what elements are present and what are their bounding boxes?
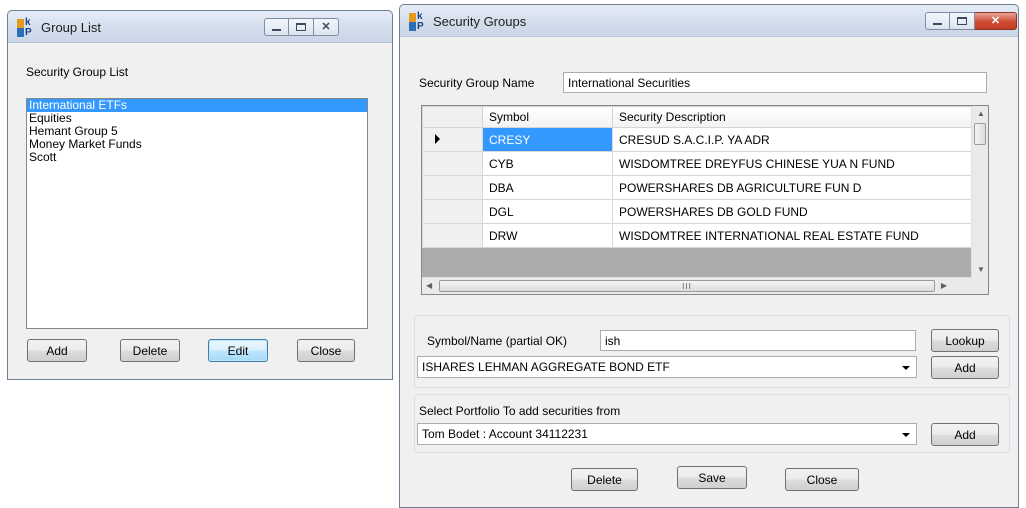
app-logo-icon: kP [409,11,427,32]
portfolio-label: Select Portfolio To add securities from [419,404,621,418]
row-pointer-icon [435,133,440,144]
row-header[interactable] [422,151,483,176]
security-groups-title: Security Groups [433,14,527,29]
cell-symbol[interactable]: CYB [482,151,613,176]
group-list-title: Group List [41,20,101,35]
row-header[interactable] [422,175,483,200]
group-list-window: kP Group List ✕ Security Group List Inte… [7,10,393,380]
portfolio-value: Tom Bodet : Account 34112231 [422,427,588,441]
close-icon: ✕ [990,14,1001,27]
close-button[interactable]: ✕ [314,18,339,36]
list-item[interactable]: Scott [27,151,367,164]
save-button[interactable]: Save [677,466,747,489]
symbol-search-input[interactable]: ish [600,330,916,351]
maximize-icon [957,17,967,25]
cell-description[interactable]: WISDOMTREE DREYFUS CHINESE YUA N FUND [612,151,973,176]
row-header[interactable] [422,199,483,224]
add-button[interactable]: Add [27,339,87,362]
grid-vertical-scrollbar[interactable]: ▲ ▼ [971,106,988,277]
scroll-left-icon[interactable]: ◀ [426,281,432,290]
cell-symbol[interactable]: DBA [482,175,613,200]
edit-button[interactable]: Edit [208,339,268,362]
add-lookup-button[interactable]: Add [931,356,999,379]
lookup-button[interactable]: Lookup [931,329,999,352]
column-header-symbol[interactable]: Symbol [482,106,613,128]
row-header[interactable] [422,223,483,248]
cell-description[interactable]: WISDOMTREE INTERNATIONAL REAL ESTATE FUN… [612,223,973,248]
grid-corner-header [422,106,483,128]
table-row[interactable]: DBA POWERSHARES DB AGRICULTURE FUN D [422,175,973,200]
table-row[interactable]: DRW WISDOMTREE INTERNATIONAL REAL ESTATE … [422,223,973,248]
cell-description[interactable]: POWERSHARES DB AGRICULTURE FUN D [612,175,973,200]
cell-description[interactable]: CRESUD S.A.C.I.P. YA ADR [612,127,973,152]
group-listbox[interactable]: International ETFs Equities Hemant Group 5… [26,98,368,329]
maximize-button[interactable] [950,12,975,30]
column-header-description[interactable]: Security Description [612,106,973,128]
securities-grid[interactable]: Symbol Security Description CRESY CRESUD … [421,105,989,295]
group-name-input[interactable]: International Securities [563,72,987,93]
cell-description[interactable]: POWERSHARES DB GOLD FUND [612,199,973,224]
dropdown-arrow-icon [902,366,910,370]
delete-button[interactable]: Delete [120,339,180,362]
grid-vertical-scroll-thumb[interactable] [974,123,986,145]
scroll-down-icon[interactable]: ▼ [977,265,985,274]
close-button[interactable]: ✕ [975,12,1017,30]
dropdown-arrow-icon [902,433,910,437]
lookup-result-value: ISHARES LEHMAN AGGREGATE BOND ETF [422,360,670,374]
add-portfolio-button[interactable]: Add [931,423,999,446]
security-groups-titlebar[interactable]: kP Security Groups ✕ [400,5,1018,37]
grid-horizontal-scrollbar[interactable]: ◀ III ▶ [422,277,971,294]
close-icon: ✕ [321,20,331,33]
symbol-name-label: Symbol/Name (partial OK) [427,334,568,348]
list-item[interactable]: Money Market Funds [27,138,367,151]
delete-group-button[interactable]: Delete [571,468,638,491]
security-groups-window: kP Security Groups ✕ Security Group Name… [399,4,1019,508]
table-row[interactable]: DGL POWERSHARES DB GOLD FUND [422,199,973,224]
cell-symbol[interactable]: CRESY [482,127,613,152]
list-item[interactable]: International ETFs [27,99,367,112]
lookup-result-dropdown[interactable]: ISHARES LEHMAN AGGREGATE BOND ETF [417,356,917,378]
maximize-button[interactable] [289,18,314,36]
minimize-button[interactable] [264,18,289,36]
grid-horizontal-scroll-thumb[interactable]: III [439,280,935,292]
scroll-up-icon[interactable]: ▲ [977,109,985,118]
app-logo-icon: kP [17,17,35,38]
group-name-label: Security Group Name [419,76,535,90]
row-header[interactable] [422,127,483,152]
group-list-titlebar[interactable]: kP Group List ✕ [8,11,392,43]
cell-symbol[interactable]: DGL [482,199,613,224]
security-group-list-heading: Security Group List [26,65,129,79]
close-security-groups-button[interactable]: Close [785,468,859,491]
minimize-button[interactable] [925,12,950,30]
minimize-icon [272,28,281,31]
table-row[interactable]: CRESY CRESUD S.A.C.I.P. YA ADR [422,127,973,152]
maximize-icon [296,23,306,31]
minimize-icon [933,22,942,25]
table-row[interactable]: CYB WISDOMTREE DREYFUS CHINESE YUA N FUND [422,151,973,176]
cell-symbol[interactable]: DRW [482,223,613,248]
scroll-right-icon[interactable]: ▶ [941,281,947,290]
close-window-button[interactable]: Close [297,339,355,362]
portfolio-dropdown[interactable]: Tom Bodet : Account 34112231 [417,423,917,445]
